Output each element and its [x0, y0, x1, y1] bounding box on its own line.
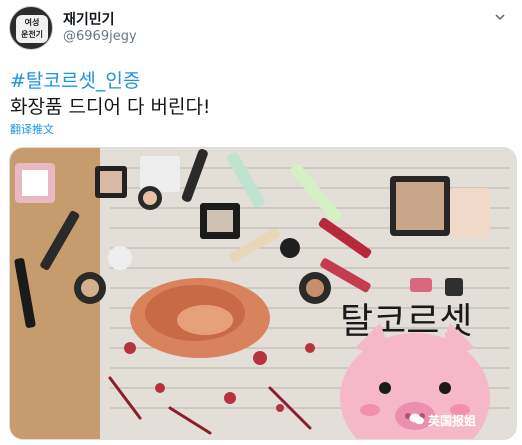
- avatar-text: 여성 운전기: [16, 15, 48, 43]
- display-name[interactable]: 재기민기: [63, 9, 115, 29]
- avatar[interactable]: 여성 운전기: [9, 6, 53, 50]
- tweet-card: 여성 운전기 재기민기 @6969jegy #탈코르셋_인증 화장품 드디어 다…: [0, 0, 522, 445]
- watermark-label: 英国报姐: [428, 414, 477, 428]
- chevron-down-icon[interactable]: [495, 12, 505, 22]
- wechat-logo-icon: [409, 413, 424, 425]
- tweet-text: 화장품 드디어 다 버린다!: [10, 96, 211, 118]
- translate-tweet-link[interactable]: 翻译推文: [10, 121, 54, 137]
- tweet-photo[interactable]: 탈코르셋: [9, 147, 517, 440]
- cosmetics-photo-illustration: 탈코르셋: [10, 148, 516, 439]
- hashtag-link[interactable]: #탈코르셋_인증: [10, 66, 140, 93]
- handle[interactable]: @6969jegy: [63, 29, 137, 44]
